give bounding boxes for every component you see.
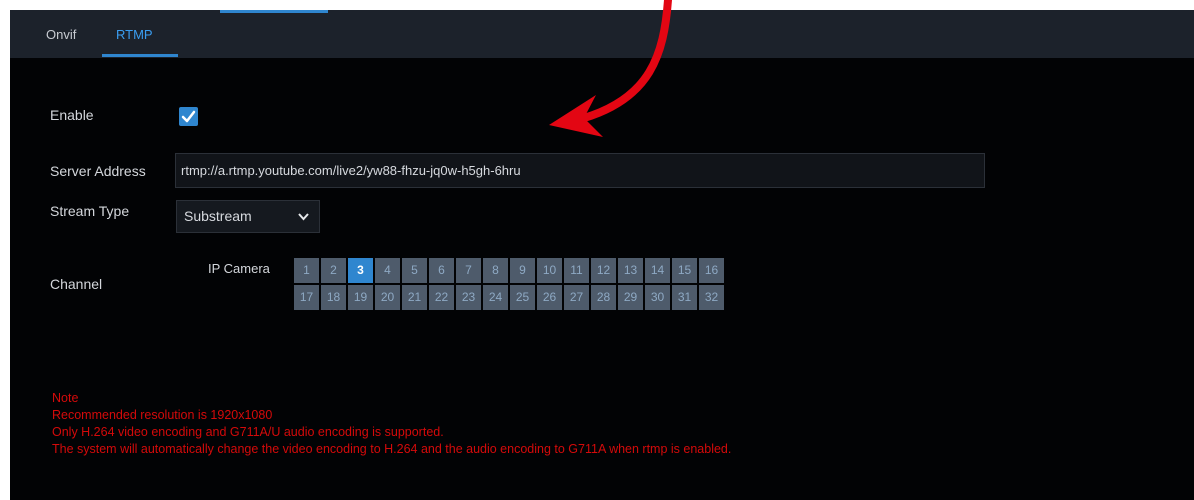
curved-arrow-icon: [549, 0, 672, 137]
